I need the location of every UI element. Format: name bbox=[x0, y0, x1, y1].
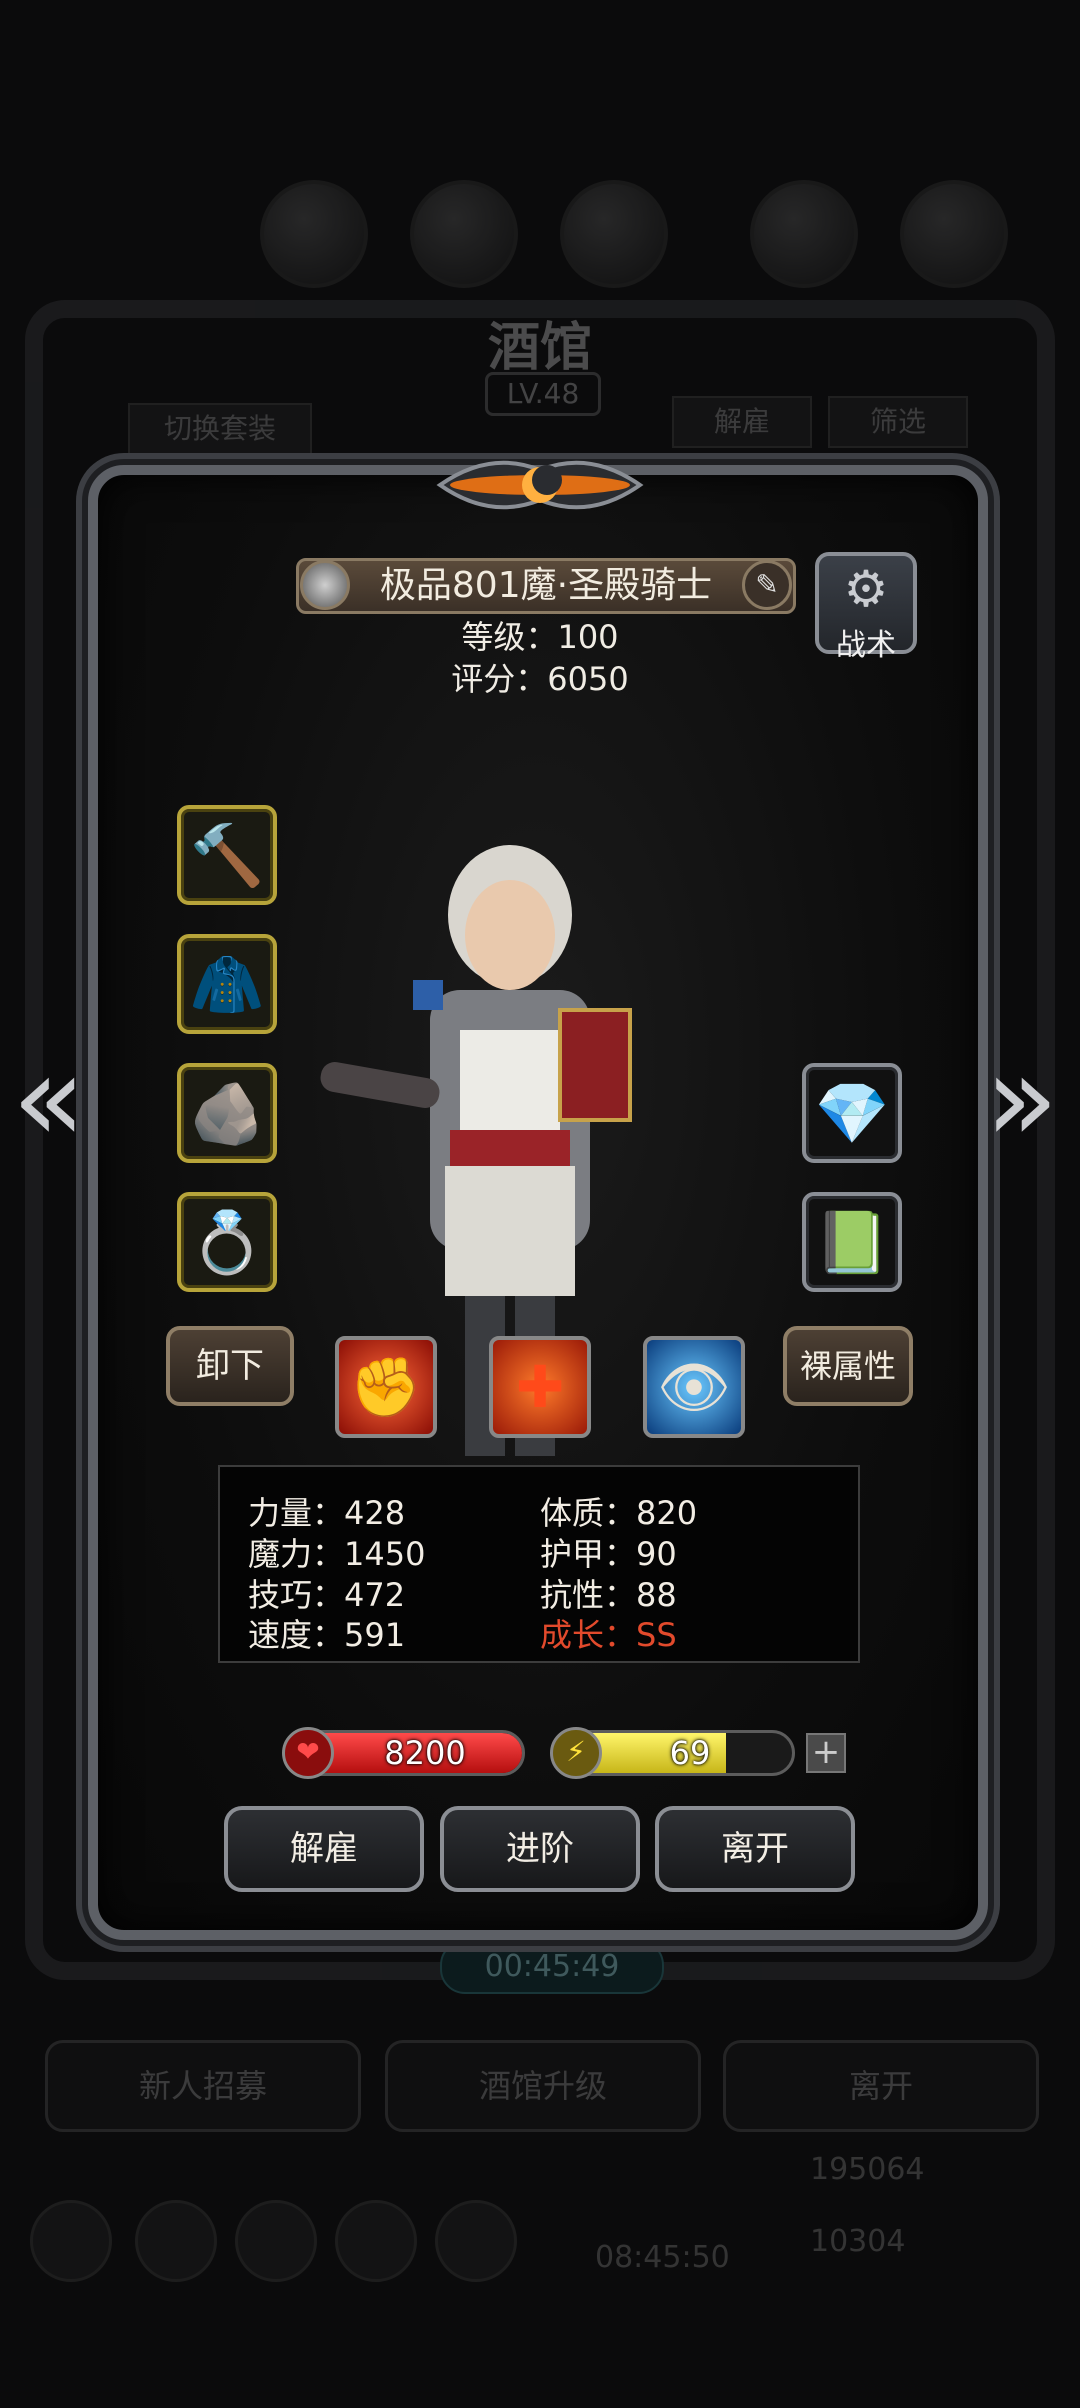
bg-bottom-icon bbox=[435, 2200, 517, 2282]
stat-magic: 魔力：1450 bbox=[248, 1535, 426, 1573]
bg-leave-button: 离开 bbox=[723, 2040, 1039, 2132]
leave-button[interactable]: 离开 bbox=[655, 1806, 855, 1892]
advance-button[interactable]: 进阶 bbox=[440, 1806, 640, 1892]
hero-level: 等级：100 bbox=[461, 618, 619, 656]
rune-stone-icon: 🪨 bbox=[189, 1078, 265, 1149]
equip-slot-weapon[interactable]: 🔨 bbox=[177, 805, 277, 905]
lightning-icon: ⚡ bbox=[550, 1727, 602, 1779]
stat-speed: 速度：591 bbox=[248, 1616, 406, 1654]
bg-timer: 00:45:49 bbox=[440, 1940, 664, 1994]
dismiss-button[interactable]: 解雇 bbox=[224, 1806, 424, 1892]
equip-slot-accessory[interactable]: 🪨 bbox=[177, 1063, 277, 1163]
skill-slot-2[interactable]: ✚ bbox=[489, 1336, 591, 1438]
cloak-icon: 🧥 bbox=[189, 949, 265, 1020]
bg-recruit-button: 新人招募 bbox=[45, 2040, 361, 2132]
bg-bottom-icon bbox=[335, 2200, 417, 2282]
bg-filter-button: 筛选 bbox=[828, 396, 968, 448]
prev-hero-arrow-icon[interactable]: « bbox=[12, 1030, 85, 1169]
bg-upgrade-button: 酒馆升级 bbox=[385, 2040, 701, 2132]
eye-skill-icon: 👁 bbox=[657, 1352, 731, 1421]
bg-switch-outfit-button: 切换套装 bbox=[128, 403, 312, 455]
equip-slot-armor[interactable]: 🧥 bbox=[177, 934, 277, 1034]
moon-emblem-icon bbox=[436, 460, 644, 510]
ring-icon: 💍 bbox=[189, 1207, 265, 1278]
base-attributes-button[interactable]: 裸属性 bbox=[783, 1326, 913, 1406]
bg-bottom-icon bbox=[235, 2200, 317, 2282]
hammer-icon: 🔨 bbox=[189, 820, 265, 891]
bg-gold-amount: 195064 bbox=[810, 2152, 925, 2187]
bg-bottom-icon bbox=[30, 2200, 112, 2282]
edit-name-icon[interactable]: ✎ bbox=[742, 560, 792, 610]
bg-tab-icon bbox=[900, 180, 1008, 288]
add-energy-button[interactable]: + bbox=[806, 1733, 846, 1773]
equip-slot-card[interactable]: 📗 bbox=[802, 1192, 902, 1292]
equip-slot-gem[interactable]: 💎 bbox=[802, 1063, 902, 1163]
bg-title: 酒馆 bbox=[487, 317, 592, 378]
bg-dismiss-button: 解雇 bbox=[672, 396, 812, 448]
medal-icon bbox=[300, 560, 350, 610]
gear-icon: ⚙ bbox=[843, 560, 889, 618]
equip-slot-ring[interactable]: 💍 bbox=[177, 1192, 277, 1292]
green-gem-icon: 💎 bbox=[814, 1078, 890, 1149]
bg-bottom-icon bbox=[135, 2200, 217, 2282]
bg-tab-icon bbox=[560, 180, 668, 288]
bg-tab-icon bbox=[410, 180, 518, 288]
bg-tab-icons bbox=[60, 170, 1020, 290]
green-card-icon: 📗 bbox=[814, 1207, 890, 1278]
stat-constitution: 体质：820 bbox=[540, 1494, 698, 1532]
hp-value: 8200 bbox=[384, 1734, 466, 1772]
hero-name: 极品801魔·圣殿骑士 bbox=[379, 565, 713, 606]
stat-growth: 成长：SS bbox=[540, 1616, 677, 1654]
unequip-button[interactable]: 卸下 bbox=[166, 1326, 294, 1406]
bg-tab-icon bbox=[260, 180, 368, 288]
bg-tab-icon bbox=[750, 180, 858, 288]
energy-value: 69 bbox=[669, 1734, 711, 1772]
skill-slot-1[interactable]: ✊ bbox=[335, 1336, 437, 1438]
stat-armor: 护甲：90 bbox=[540, 1535, 677, 1573]
hero-score: 评分：6050 bbox=[451, 660, 629, 698]
skill-slot-3[interactable]: 👁 bbox=[643, 1336, 745, 1438]
heart-icon: ❤ bbox=[282, 1727, 334, 1779]
bg-bottom-timer: 08:45:50 bbox=[595, 2240, 730, 2275]
heal-cross-skill-icon: ✚ bbox=[515, 1353, 565, 1421]
bg-gem-amount: 10304 bbox=[810, 2224, 906, 2259]
bg-level-badge: LV.48 bbox=[485, 372, 601, 416]
stat-strength: 力量：428 bbox=[248, 1494, 406, 1532]
fist-skill-icon: ✊ bbox=[349, 1352, 423, 1421]
next-hero-arrow-icon[interactable]: » bbox=[985, 1030, 1058, 1169]
